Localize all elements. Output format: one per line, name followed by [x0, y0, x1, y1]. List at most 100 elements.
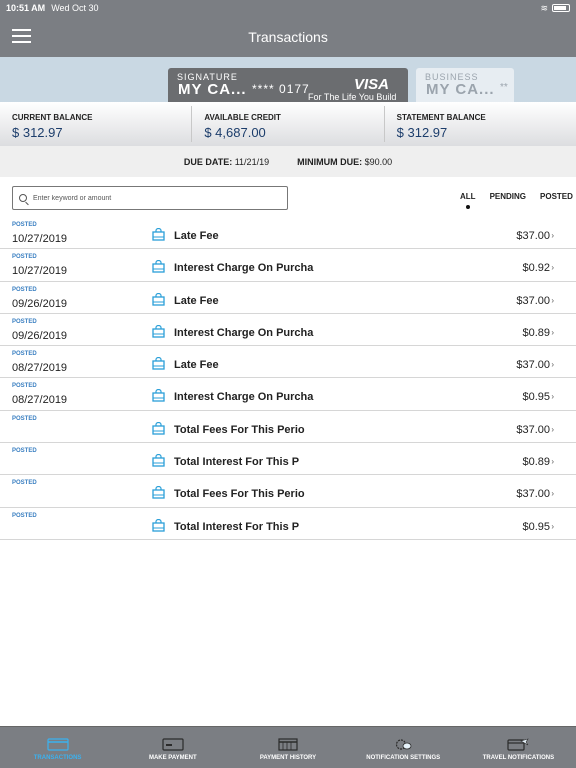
shopping-bag-icon [152, 292, 165, 306]
table-row[interactable]: POSTED 10/27/2019 Interest Charge On Pur… [0, 249, 576, 282]
tab-payment-history[interactable]: PAYMENT HISTORY [230, 727, 345, 768]
chevron-right-icon: › [551, 457, 554, 467]
search-box[interactable] [12, 186, 288, 210]
table-row[interactable]: POSTED Total Fees For This Perio $37.00 … [0, 411, 576, 444]
chevron-right-icon: › [551, 327, 554, 337]
shopping-bag-icon [152, 389, 165, 403]
search-icon [19, 194, 27, 202]
transaction-amount: $37.00 [516, 423, 550, 436]
tab-payment-history-label: PAYMENT HISTORY [259, 755, 317, 761]
tab-make-payment-label: MAKE PAYMENT [148, 755, 197, 761]
shopping-bag-icon [152, 486, 165, 500]
transaction-list: POSTED 10/27/2019 Late Fee $37.00 › POST… [0, 217, 576, 540]
current-balance-label: CURRENT BALANCE [12, 113, 93, 122]
card-number: **** 0177 [252, 82, 310, 96]
transaction-status: POSTED [12, 415, 37, 422]
due-date-label: DUE DATE: [183, 156, 233, 167]
current-balance: CURRENT BALANCE $ 312.97 [0, 106, 193, 142]
due-bar: DUE DATE: 11/21/19 MINIMUM DUE: $90.00 [0, 146, 576, 177]
transaction-description: Total Interest For This P [174, 520, 300, 533]
transaction-date: 09/26/2019 [12, 297, 68, 310]
table-row[interactable]: POSTED 08/27/2019 Interest Charge On Pur… [0, 378, 576, 411]
shopping-bag-icon [152, 357, 165, 370]
filter-pending[interactable]: PENDING [490, 192, 526, 201]
card-number: ** [500, 82, 508, 93]
table-row[interactable]: POSTED Total Interest For This P $0.95 › [0, 508, 576, 540]
visa-logo: VISA [354, 76, 390, 93]
status-time: 10:51 AM [6, 3, 46, 13]
table-row[interactable]: POSTED Total Fees For This Perio $37.00 … [0, 475, 576, 508]
search-input[interactable] [33, 194, 273, 202]
transaction-amount: $0.89 [522, 326, 550, 339]
payment-card-icon [162, 738, 184, 751]
card-selector: SIGNATURE MY CA... **** 0177 VISA For Th… [0, 57, 576, 102]
transaction-description: Late Fee [174, 294, 219, 307]
transaction-amount: $37.00 [516, 359, 550, 372]
transaction-status: POSTED [12, 448, 37, 455]
transaction-description: Late Fee [174, 359, 219, 372]
chevron-right-icon: › [551, 424, 554, 434]
minimum-due-label: MINIMUM DUE: [297, 156, 363, 167]
card-business[interactable]: BUSINESS MY CA... ** [416, 68, 514, 102]
transaction-status: POSTED [12, 254, 37, 261]
tab-transactions[interactable]: TRANSACTIONS [0, 727, 115, 768]
transaction-amount: $0.95 [522, 520, 550, 533]
due-date-value: 11/21/19 [234, 156, 270, 167]
transaction-description: Interest Charge On Purcha [174, 262, 314, 275]
statement-balance: STATEMENT BALANCE $ 312.97 [385, 106, 576, 142]
transaction-amount: $0.89 [522, 456, 550, 469]
table-row[interactable]: POSTED Total Interest For This P $0.89 › [0, 443, 576, 476]
minimum-due-value: $90.00 [364, 156, 393, 167]
filter-all[interactable]: ALL [460, 192, 476, 201]
transaction-status: POSTED [12, 512, 37, 519]
transaction-status: POSTED [12, 480, 37, 487]
shopping-bag-icon [152, 260, 165, 273]
tab-notification-settings[interactable]: NOTIFICATION SETTINGS [346, 727, 461, 768]
transaction-status: POSTED [12, 383, 37, 390]
chevron-right-icon: › [551, 360, 554, 370]
table-row[interactable]: POSTED 10/27/2019 Late Fee $37.00 › [0, 217, 576, 250]
chevron-right-icon: › [551, 263, 554, 273]
transaction-date: 08/27/2019 [12, 362, 68, 375]
transaction-description: Total Fees For This Perio [174, 423, 305, 436]
transaction-description: Late Fee [174, 230, 219, 242]
travel-card-icon [507, 738, 530, 751]
card-icon [46, 738, 69, 751]
transaction-amount: $0.95 [522, 391, 550, 404]
card-signature[interactable]: SIGNATURE MY CA... **** 0177 VISA For Th… [168, 68, 408, 102]
transaction-description: Interest Charge On Purcha [174, 391, 314, 404]
available-credit: AVAILABLE CREDIT $ 4,687.00 [192, 106, 385, 142]
available-credit-label: AVAILABLE CREDIT [204, 113, 281, 122]
gear-chat-icon [396, 739, 412, 750]
card-brand-name: MY CA... [426, 81, 495, 98]
statement-balance-label: STATEMENT BALANCE [396, 113, 486, 122]
shopping-bag-icon [152, 454, 165, 467]
status-date: Wed Oct 30 [51, 3, 99, 13]
balance-summary: CURRENT BALANCE $ 312.97 AVAILABLE CREDI… [0, 102, 576, 146]
tab-transactions-label: TRANSACTIONS [33, 755, 82, 761]
chevron-right-icon: › [551, 231, 554, 240]
card-brand-name: MY CA... [178, 81, 247, 98]
transaction-description: Total Fees For This Perio [174, 488, 305, 501]
tab-make-payment[interactable]: MAKE PAYMENT [115, 727, 230, 768]
tab-travel-notifications[interactable]: TRAVEL NOTIFICATIONS [461, 727, 576, 768]
transaction-status: POSTED [12, 351, 37, 358]
table-row[interactable]: POSTED 09/26/2019 Interest Charge On Pur… [0, 314, 576, 347]
wifi-icon: ≋ [540, 2, 548, 13]
nav-bar: Transactions [0, 16, 576, 57]
transaction-amount: $37.00 [516, 488, 550, 501]
chevron-right-icon: › [551, 521, 554, 531]
transaction-amount: $37.00 [516, 294, 550, 307]
current-balance-value: $ 312.97 [12, 125, 63, 140]
menu-icon[interactable] [12, 29, 31, 43]
page-title: Transactions [248, 28, 328, 45]
battery-icon [552, 4, 570, 12]
transaction-date: 10/27/2019 [12, 265, 68, 278]
transaction-status: POSTED [12, 286, 37, 293]
tab-travel-notifications-label: TRAVEL NOTIFICATIONS [482, 755, 555, 761]
calendar-icon [278, 738, 298, 751]
table-row[interactable]: POSTED 09/26/2019 Late Fee $37.00 › [0, 282, 576, 314]
search-row: ALL PENDING POSTED [0, 177, 576, 217]
table-row[interactable]: POSTED 08/27/2019 Late Fee $37.00 › [0, 346, 576, 379]
filter-posted[interactable]: POSTED [540, 192, 573, 201]
